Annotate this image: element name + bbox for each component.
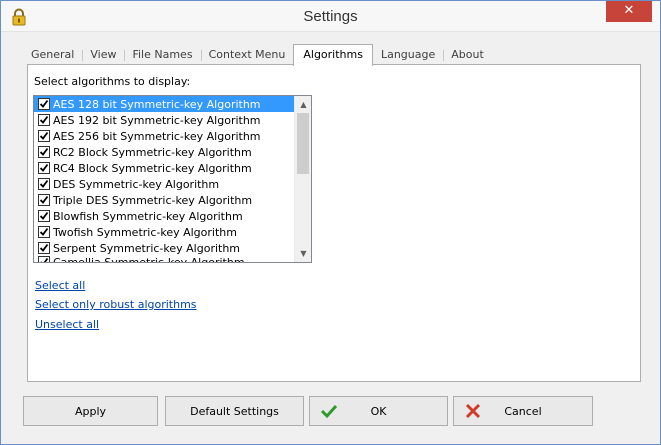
close-button[interactable]: ✕ xyxy=(606,1,652,22)
algorithm-checkbox[interactable] xyxy=(38,98,50,110)
algorithm-checkbox[interactable] xyxy=(38,242,50,254)
settings-window: Settings ✕ General View File Names Conte… xyxy=(0,0,661,445)
checkmark-icon xyxy=(320,402,338,420)
algorithm-label: AES 128 bit Symmetric-key Algorithm xyxy=(53,97,261,111)
select-robust-link[interactable]: Select only robust algorithms xyxy=(35,298,197,311)
x-icon xyxy=(464,402,482,420)
algorithm-checkbox[interactable] xyxy=(38,194,50,206)
algorithm-checkbox[interactable] xyxy=(38,130,50,142)
algorithm-checkbox[interactable] xyxy=(38,114,50,126)
algorithm-checkbox[interactable] xyxy=(38,210,50,222)
algorithm-label: RC2 Block Symmetric-key Algorithm xyxy=(53,145,252,159)
algorithm-item[interactable]: Camellia Symmetric-key Algorithm xyxy=(34,256,294,263)
default-settings-button-label: Default Settings xyxy=(190,404,279,418)
cancel-button[interactable]: Cancel xyxy=(453,396,593,426)
unselect-all-link[interactable]: Unselect all xyxy=(35,318,99,331)
chevron-up-icon[interactable]: ▲ xyxy=(295,96,311,113)
list-scrollbar[interactable]: ▲ ▼ xyxy=(294,96,311,262)
algorithm-item[interactable]: Blowfish Symmetric-key Algorithm xyxy=(34,208,294,224)
select-all-link[interactable]: Select all xyxy=(35,279,85,292)
ok-button-label: OK xyxy=(370,404,387,418)
algorithms-panel: Select algorithms to display: AES 128 bi… xyxy=(27,64,641,382)
algorithm-item[interactable]: Twofish Symmetric-key Algorithm xyxy=(34,224,294,240)
tab-general[interactable]: General xyxy=(23,46,82,65)
apply-button[interactable]: Apply xyxy=(23,396,158,426)
tab-file-names[interactable]: File Names xyxy=(124,46,200,65)
tab-language[interactable]: Language xyxy=(373,46,443,65)
algorithm-item[interactable]: AES 192 bit Symmetric-key Algorithm xyxy=(34,112,294,128)
algorithm-label: Triple DES Symmetric-key Algorithm xyxy=(53,193,253,207)
algorithm-item[interactable]: RC2 Block Symmetric-key Algorithm xyxy=(34,144,294,160)
algorithm-list[interactable]: AES 128 bit Symmetric-key Algorithm AES 1… xyxy=(33,95,312,263)
title-bar[interactable]: Settings ✕ xyxy=(1,1,660,32)
tab-view[interactable]: View xyxy=(82,46,124,65)
algorithm-checkbox[interactable] xyxy=(38,178,50,190)
algorithm-label: RC4 Block Symmetric-key Algorithm xyxy=(53,161,252,175)
algorithm-list-items: AES 128 bit Symmetric-key Algorithm AES 1… xyxy=(34,96,294,263)
chevron-down-icon[interactable]: ▼ xyxy=(295,245,311,262)
algorithm-item[interactable]: RC4 Block Symmetric-key Algorithm xyxy=(34,160,294,176)
close-icon: ✕ xyxy=(623,3,635,18)
algorithm-checkbox[interactable] xyxy=(38,162,50,174)
algorithm-label: DES Symmetric-key Algorithm xyxy=(53,177,220,191)
algorithm-label: AES 192 bit Symmetric-key Algorithm xyxy=(53,113,261,127)
tab-context-menu[interactable]: Context Menu xyxy=(200,46,294,65)
algorithm-item[interactable]: Triple DES Symmetric-key Algorithm xyxy=(34,192,294,208)
algorithm-item[interactable]: AES 128 bit Symmetric-key Algorithm xyxy=(34,96,294,112)
tab-strip: General View File Names Context Menu Alg… xyxy=(23,44,492,66)
tab-algorithms[interactable]: Algorithms xyxy=(293,44,373,66)
cancel-button-label: Cancel xyxy=(504,404,542,418)
algorithm-item[interactable]: DES Symmetric-key Algorithm xyxy=(34,176,294,192)
algorithm-checkbox[interactable] xyxy=(38,146,50,158)
scrollbar-thumb[interactable] xyxy=(297,113,309,174)
algorithm-label: AES 256 bit Symmetric-key Algorithm xyxy=(53,129,261,143)
algorithm-label: Serpent Symmetric-key Algorithm xyxy=(53,241,241,255)
algorithms-label: Select algorithms to display: xyxy=(34,75,191,88)
apply-button-label: Apply xyxy=(74,404,107,418)
algorithm-label: Blowfish Symmetric-key Algorithm xyxy=(53,209,243,223)
algorithm-item[interactable]: Serpent Symmetric-key Algorithm xyxy=(34,240,294,256)
algorithm-label: Camellia Symmetric-key Algorithm xyxy=(53,256,245,263)
algorithm-item[interactable]: AES 256 bit Symmetric-key Algorithm xyxy=(34,128,294,144)
default-settings-button[interactable]: Default Settings xyxy=(165,396,304,426)
dialog-body: General View File Names Context Menu Alg… xyxy=(8,32,653,438)
tab-about[interactable]: About xyxy=(443,46,492,65)
window-title: Settings xyxy=(303,8,358,25)
algorithm-checkbox[interactable] xyxy=(38,256,50,262)
algorithm-label: Twofish Symmetric-key Algorithm xyxy=(53,225,237,239)
algorithm-checkbox[interactable] xyxy=(38,226,50,238)
ok-button[interactable]: OK xyxy=(309,396,448,426)
